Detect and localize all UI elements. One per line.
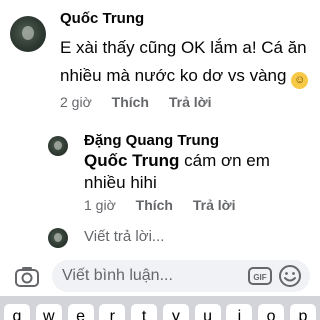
reply-input[interactable]: Viết trả lời... [84,228,164,245]
avatar[interactable] [10,16,46,52]
keyboard-key-i[interactable]: i [226,304,253,320]
keyboard-key-r[interactable]: r [99,304,126,320]
comment-text: E xài thấy cũng OK lắm a! Cá ăn nhiều mà… [60,34,318,90]
emoji-icon[interactable] [278,264,302,288]
on-screen-keyboard: qwertyuiop [0,296,320,320]
smiling-face-emoji-icon: ☺ [291,72,309,89]
reply-mention[interactable]: Quốc Trung [84,151,179,170]
current-user-avatar [48,228,68,248]
reply-like-button[interactable]: Thích [136,197,173,213]
reply-author[interactable]: Đặng Quang Trung [84,132,219,149]
comment-input[interactable]: Viết bình luận... GIF [52,260,310,292]
keyboard-key-e[interactable]: e [67,304,94,320]
keyboard-key-t[interactable]: t [131,304,158,320]
reply-text: Quốc Trung cám ơn em nhiều hihi [84,150,314,194]
reply-actions: 1 giờ Thích Trả lời [84,197,252,213]
keyboard-key-q[interactable]: q [4,304,30,320]
keyboard-key-y[interactable]: y [162,304,189,320]
comment-body: E xài thấy cũng OK lắm a! Cá ăn nhiều mà… [60,38,307,85]
comment-author[interactable]: Quốc Trung [60,10,144,27]
keyboard-key-w[interactable]: w [35,304,62,320]
reply-button[interactable]: Trả lời [169,94,212,110]
like-button[interactable]: Thích [112,94,149,110]
reply-reply-button[interactable]: Trả lời [193,197,236,213]
keyboard-key-o[interactable]: o [258,304,285,320]
gif-label: GIF [253,273,266,282]
comment-composer: Viết bình luận... GIF [0,258,320,294]
comment-actions: 2 giờ Thích Trả lời [60,94,228,110]
reply-time: 1 giờ [84,197,116,213]
comment-time: 2 giờ [60,94,92,110]
gif-icon[interactable]: GIF [248,266,272,286]
keyboard-row: qwertyuiop [4,304,316,320]
keyboard-key-p[interactable]: p [289,304,316,320]
keyboard-key-u[interactable]: u [194,304,221,320]
comment-input-placeholder: Viết bình luận... [62,267,173,284]
camera-icon[interactable] [14,266,40,288]
reply-avatar[interactable] [48,136,68,156]
